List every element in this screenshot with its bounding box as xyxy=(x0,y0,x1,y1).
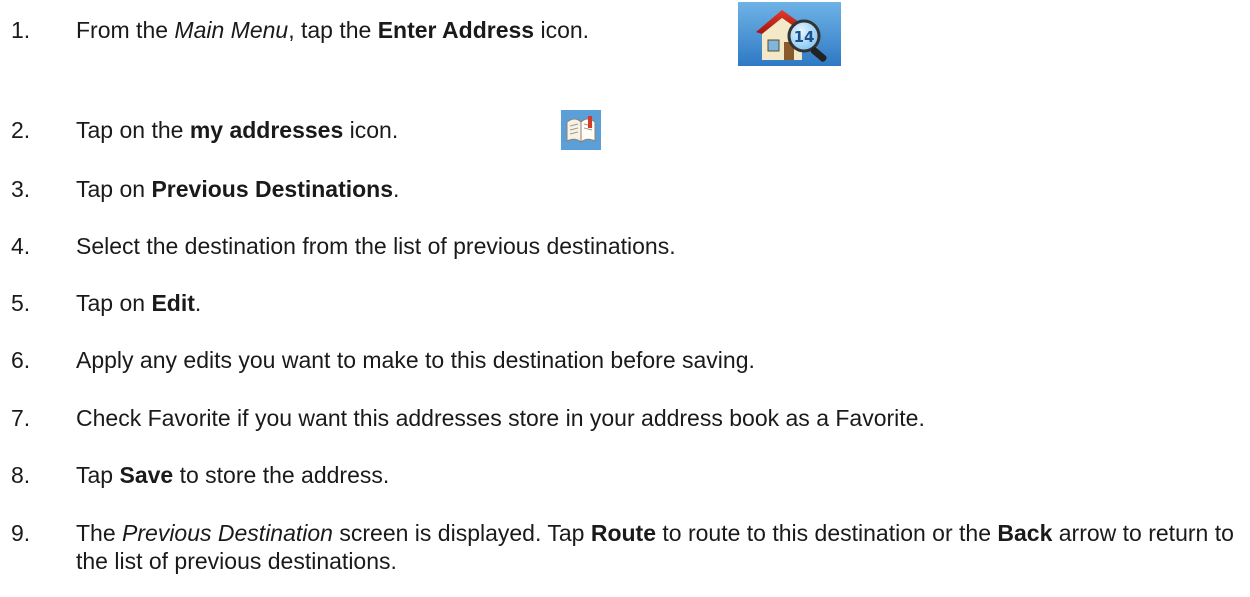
step-number: 3. xyxy=(11,176,31,202)
step-text: Tap on Previous Destinations. xyxy=(76,176,400,202)
step-text: From the Main Menu, tap the Enter Addres… xyxy=(76,17,590,43)
step-text: Apply any edits you want to make to this… xyxy=(76,347,755,373)
step-number: 8. xyxy=(11,462,31,488)
step-text: The Previous Destination screen is displ… xyxy=(76,520,1234,574)
step-number: 4. xyxy=(11,233,31,259)
step-text: Tap Save to store the address. xyxy=(76,462,390,488)
step-text: Tap on the my addresses icon. xyxy=(76,117,399,143)
step-number: 2. xyxy=(11,117,31,143)
step-number: 6. xyxy=(11,347,31,373)
step-number: 7. xyxy=(11,405,31,431)
step-number: 9. xyxy=(11,520,31,546)
address-book-icon xyxy=(561,110,601,150)
step-number: 5. xyxy=(11,290,31,316)
icon-badge: 14 xyxy=(794,28,815,46)
step-number: 1. xyxy=(11,17,31,43)
step-text: Tap on Edit. xyxy=(76,290,202,316)
enter-address-icon: 14 xyxy=(738,2,841,66)
step-text: Select the destination from the list of … xyxy=(76,233,676,259)
step-text: Check Favorite if you want this addresse… xyxy=(76,405,925,431)
